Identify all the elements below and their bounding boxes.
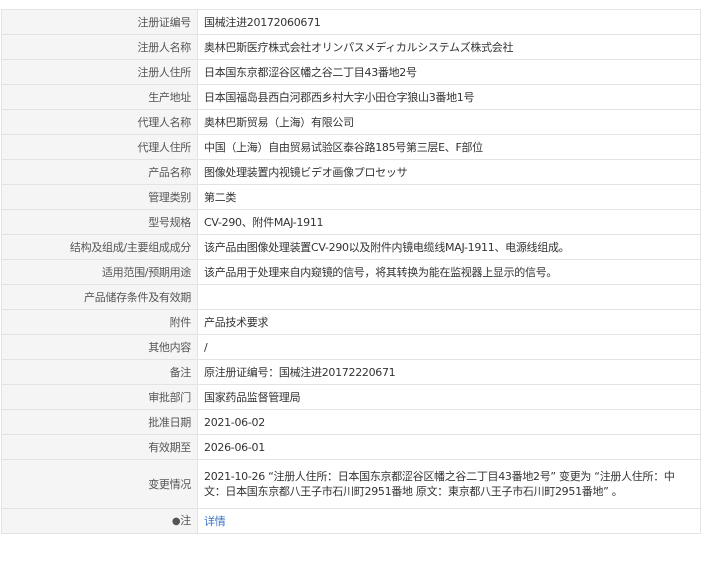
row-registrant-address: 注册人住所 日本国东京都涩谷区幡之谷二丁目43番地2号 (1, 59, 701, 85)
field-value: 中国（上海）自由贸易试验区泰谷路185号第三层E、F部位 (197, 134, 701, 160)
row-intended-use: 适用范围/预期用途 该产品用于处理来自内窥镜的信号，将其转换为能在监视器上显示的… (1, 259, 701, 285)
row-structure-composition: 结构及组成/主要组成成分 该产品由图像处理装置CV-290以及附件内镜电缆线MA… (1, 234, 701, 260)
details-link[interactable]: 详情 (204, 515, 226, 528)
row-other-content: 其他内容 / (1, 334, 701, 360)
field-value: 产品技术要求 (197, 309, 701, 335)
field-label: 附件 (1, 309, 198, 335)
field-label: 注册证编号 (1, 9, 198, 35)
field-label: 产品储存条件及有效期 (1, 284, 198, 310)
field-value: 第二类 (197, 184, 701, 210)
field-value: CV-290、附件MAJ-1911 (197, 209, 701, 235)
field-value: 原注册证编号：国械注进20172220671 (197, 359, 701, 385)
row-note: ●注 详情 (1, 508, 701, 534)
field-label: 产品名称 (1, 159, 198, 185)
field-label: 变更情况 (1, 459, 198, 509)
row-change-history: 变更情况 2021-10-26 “注册人住所：日本国东京都涩谷区幡之谷二丁目43… (1, 459, 701, 509)
row-registration-number: 注册证编号 国械注进20172060671 (1, 9, 701, 35)
field-value (197, 284, 701, 310)
row-product-name: 产品名称 图像处理装置内视镜ビデオ画像プロセッサ (1, 159, 701, 185)
row-agent-name: 代理人名称 奥林巴斯贸易（上海）有限公司 (1, 109, 701, 135)
row-production-address: 生产地址 日本国福岛县西白河郡西乡村大字小田仓字狼山3番地1号 (1, 84, 701, 110)
field-value: 国械注进20172060671 (197, 9, 701, 35)
field-value: 2026-06-01 (197, 434, 701, 460)
field-value: 奥林巴斯贸易（上海）有限公司 (197, 109, 701, 135)
field-label: 有效期至 (1, 434, 198, 460)
field-label: 批准日期 (1, 409, 198, 435)
field-label: 代理人住所 (1, 134, 198, 160)
field-value: 日本国福岛县西白河郡西乡村大字小田仓字狼山3番地1号 (197, 84, 701, 110)
row-management-category: 管理类别 第二类 (1, 184, 701, 210)
field-value: 图像处理装置内视镜ビデオ画像プロセッサ (197, 159, 701, 185)
field-label: 型号规格 (1, 209, 198, 235)
row-remarks: 备注 原注册证编号：国械注进20172220671 (1, 359, 701, 385)
field-label: 代理人名称 (1, 109, 198, 135)
registration-info-table: 注册证编号 国械注进20172060671 注册人名称 奥林巴斯医疗株式会社オリ… (1, 9, 701, 534)
field-label: 管理类别 (1, 184, 198, 210)
row-registrant-name: 注册人名称 奥林巴斯医疗株式会社オリンパスメディカルシステムズ株式会社 (1, 34, 701, 60)
row-model-spec: 型号规格 CV-290、附件MAJ-1911 (1, 209, 701, 235)
row-attachment: 附件 产品技术要求 (1, 309, 701, 335)
field-label: 审批部门 (1, 384, 198, 410)
field-label: 注册人住所 (1, 59, 198, 85)
note-label-text: 注 (180, 514, 191, 527)
field-label: 适用范围/预期用途 (1, 259, 198, 285)
field-value: / (197, 334, 701, 360)
row-approval-department: 审批部门 国家药品监督管理局 (1, 384, 701, 410)
field-label: 备注 (1, 359, 198, 385)
field-label: 结构及组成/主要组成成分 (1, 234, 198, 260)
field-label: 生产地址 (1, 84, 198, 110)
row-storage-validity: 产品储存条件及有效期 (1, 284, 701, 310)
field-value: 日本国东京都涩谷区幡之谷二丁目43番地2号 (197, 59, 701, 85)
field-value: 该产品由图像处理装置CV-290以及附件内镜电缆线MAJ-1911、电源线组成。 (197, 234, 701, 260)
registration-info-panel: 注册证编号 国械注进20172060671 注册人名称 奥林巴斯医疗株式会社オリ… (0, 9, 710, 534)
field-value: 国家药品监督管理局 (197, 384, 701, 410)
field-value: 详情 (197, 508, 701, 534)
field-label: 注册人名称 (1, 34, 198, 60)
field-value: 2021-10-26 “注册人住所：日本国东京都涩谷区幡之谷二丁目43番地2号”… (197, 459, 701, 509)
field-value: 奥林巴斯医疗株式会社オリンパスメディカルシステムズ株式会社 (197, 34, 701, 60)
field-value: 该产品用于处理来自内窥镜的信号，将其转换为能在监视器上显示的信号。 (197, 259, 701, 285)
row-agent-address: 代理人住所 中国（上海）自由贸易试验区泰谷路185号第三层E、F部位 (1, 134, 701, 160)
field-label: 其他内容 (1, 334, 198, 360)
field-label: ●注 (1, 508, 198, 534)
row-approval-date: 批准日期 2021-06-02 (1, 409, 701, 435)
row-valid-until: 有效期至 2026-06-01 (1, 434, 701, 460)
field-value: 2021-06-02 (197, 409, 701, 435)
